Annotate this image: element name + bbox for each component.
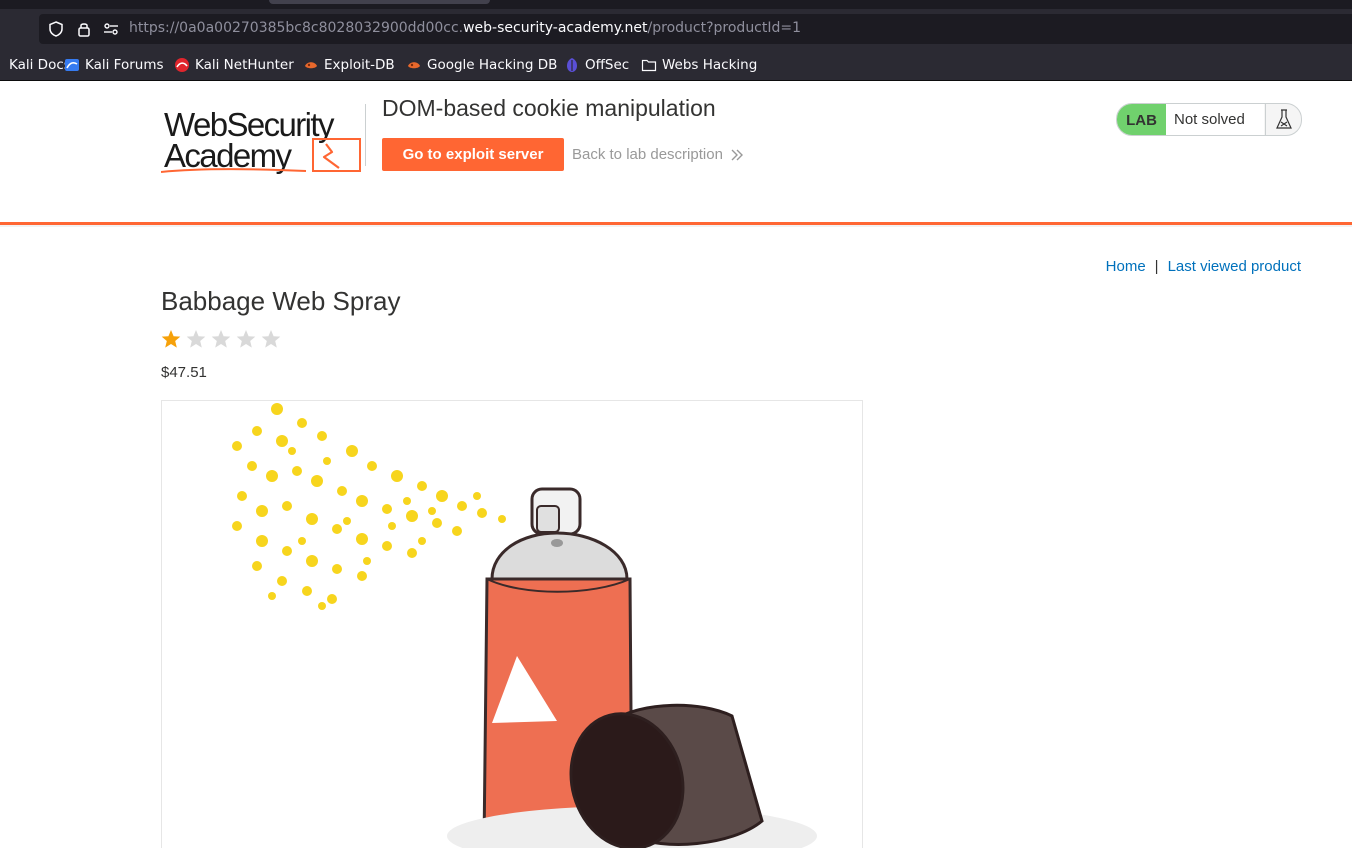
bookmark-offsec[interactable]: OffSec bbox=[564, 56, 629, 74]
bookmark-folder-webs-hacking[interactable]: Webs Hacking bbox=[641, 56, 757, 74]
nav-separator: | bbox=[1154, 258, 1159, 275]
bookmark-kali-docs[interactable]: Kali Docs bbox=[0, 56, 71, 74]
bookmark-label: Google Hacking DB bbox=[427, 57, 558, 73]
nethunter-icon bbox=[175, 58, 189, 72]
star-empty-icon bbox=[186, 330, 206, 348]
bookmark-label: Webs Hacking bbox=[662, 57, 758, 73]
folder-icon bbox=[641, 59, 657, 72]
home-link[interactable]: Home bbox=[1106, 258, 1146, 275]
back-link-label: Back to lab description bbox=[572, 146, 723, 163]
kali-forums-icon bbox=[65, 59, 79, 71]
web-security-academy-logo[interactable]: WebSecurity Academy bbox=[161, 100, 366, 175]
star-empty-icon bbox=[236, 330, 256, 348]
bookmark-label: Kali NetHunter bbox=[195, 57, 294, 73]
permissions-icon[interactable] bbox=[102, 20, 120, 38]
product-rating bbox=[161, 329, 281, 349]
spray-mist bbox=[232, 403, 506, 610]
lab-label: LAB bbox=[1117, 104, 1166, 135]
last-viewed-product-link[interactable]: Last viewed product bbox=[1168, 258, 1301, 275]
exploitdb-icon bbox=[408, 62, 420, 69]
lock-icon[interactable] bbox=[75, 20, 93, 38]
lab-status-text: Not solved bbox=[1166, 104, 1264, 135]
back-to-lab-description-link[interactable]: Back to lab description bbox=[572, 146, 744, 163]
product-price: $47.51 bbox=[161, 364, 207, 381]
shield-icon[interactable] bbox=[47, 20, 65, 38]
logo-separator bbox=[365, 104, 366, 166]
kali-icon bbox=[0, 57, 4, 73]
bookmark-label: Exploit-DB bbox=[324, 57, 395, 73]
star-empty-icon bbox=[261, 330, 281, 348]
go-to-exploit-server-button[interactable]: Go to exploit server bbox=[382, 138, 564, 171]
bookmark-google-hacking-db[interactable]: Google Hacking DB bbox=[406, 56, 557, 74]
bookmarks-toolbar: Kali Docs Kali Forums Kali NetHunter Exp… bbox=[0, 49, 1352, 81]
exploitdb-icon bbox=[305, 62, 317, 69]
header-divider-shadow bbox=[0, 225, 1352, 227]
spray-can-illustration bbox=[232, 403, 817, 848]
bookmark-kali-forums[interactable]: Kali Forums bbox=[64, 56, 164, 74]
double-chevron-right-icon bbox=[731, 149, 743, 160]
lab-flask-container bbox=[1265, 104, 1301, 135]
active-tab[interactable] bbox=[269, 0, 490, 4]
url-text[interactable]: https://0a0a00270385bc8c8028032900dd00cc… bbox=[129, 20, 801, 36]
bookmark-exploit-db[interactable]: Exploit-DB bbox=[303, 56, 395, 74]
bookmark-label: Kali Docs bbox=[9, 57, 71, 73]
bookmark-kali-nethunter[interactable]: Kali NetHunter bbox=[174, 56, 294, 74]
product-image bbox=[161, 400, 863, 848]
browser-tab-strip bbox=[0, 0, 1352, 9]
offsec-icon bbox=[567, 58, 577, 72]
bookmark-label: OffSec bbox=[585, 57, 630, 73]
flask-icon bbox=[1276, 109, 1292, 129]
lab-status-badge: LAB Not solved bbox=[1116, 103, 1302, 136]
url-domain: web-security-academy.net bbox=[463, 20, 648, 36]
url-prefix: https://0a0a00270385bc8c8028032900dd00cc… bbox=[129, 20, 464, 36]
star-empty-icon bbox=[211, 330, 231, 348]
product-title: Babbage Web Spray bbox=[161, 286, 401, 316]
browser-navigation-bar: https://0a0a00270385bc8c8028032900dd00cc… bbox=[0, 9, 1352, 49]
top-navigation-links: Home | Last viewed product bbox=[1106, 258, 1301, 275]
bookmark-label: Kali Forums bbox=[85, 57, 164, 73]
url-path: /product?productId=1 bbox=[647, 20, 802, 36]
web-page: WebSecurity Academy DOM-based cookie man… bbox=[0, 81, 1352, 848]
lab-title: DOM-based cookie manipulation bbox=[382, 95, 716, 121]
star-filled-icon bbox=[161, 330, 181, 348]
address-bar[interactable]: https://0a0a00270385bc8c8028032900dd00cc… bbox=[39, 14, 1352, 44]
